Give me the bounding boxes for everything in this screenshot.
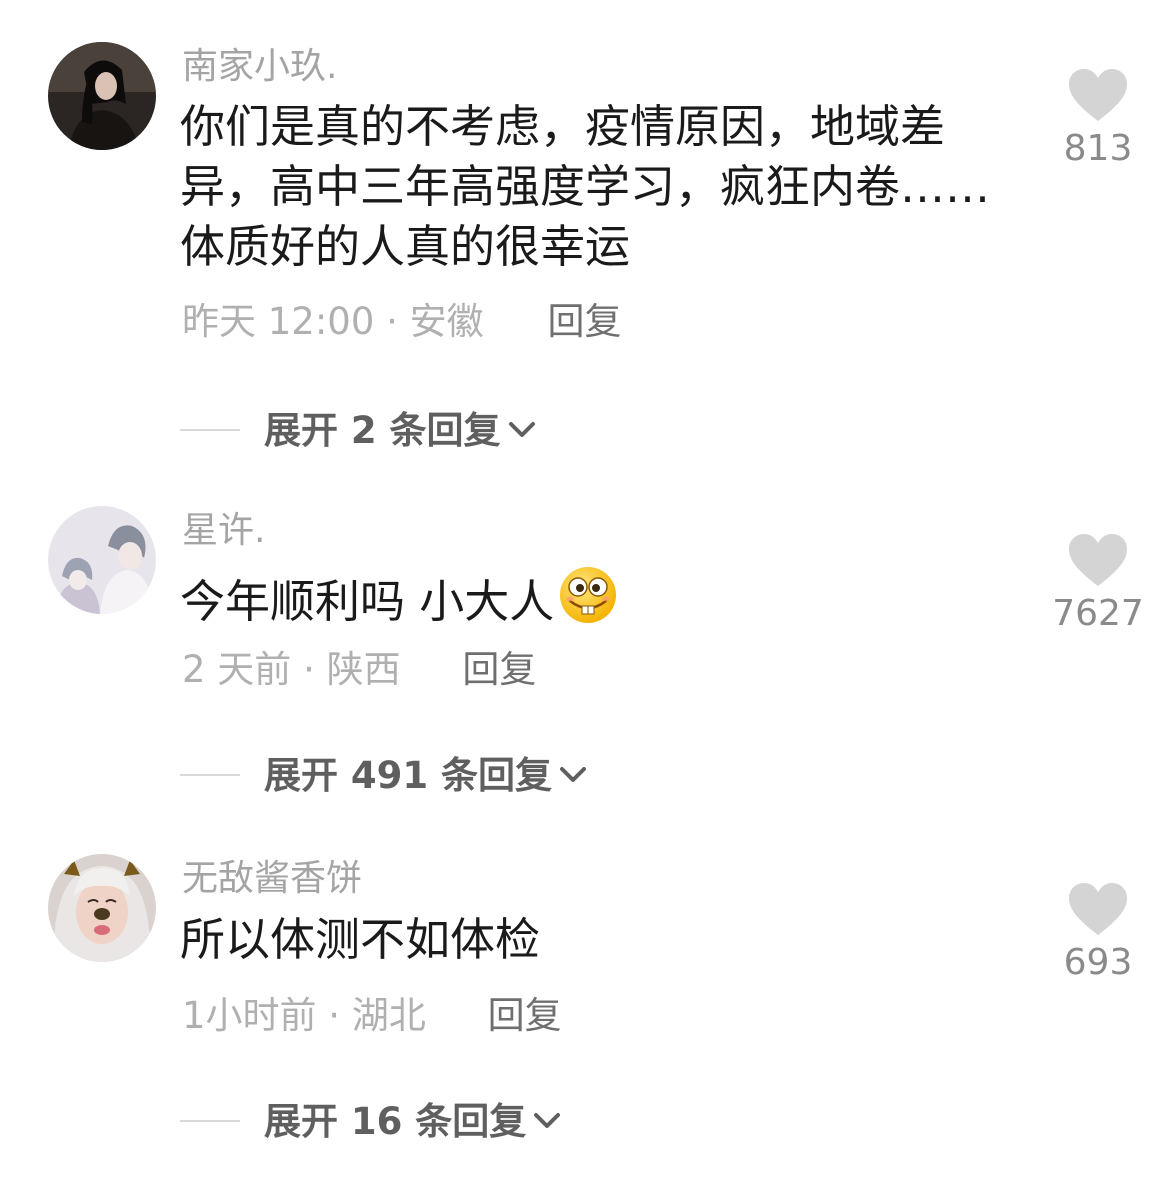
chevron-down-icon: [560, 767, 586, 782]
like-button[interactable]: 813: [1038, 67, 1158, 167]
expand-replies-row: 展开 491 条回复: [180, 755, 590, 795]
username[interactable]: 无敌酱香饼: [182, 861, 362, 897]
divider: [180, 1120, 240, 1122]
username[interactable]: 星许.: [182, 513, 265, 549]
username[interactable]: 南家小玖.: [182, 49, 337, 85]
reply-button[interactable]: 回复: [488, 994, 562, 1037]
expand-replies-button[interactable]: 展开 491 条回复: [264, 757, 590, 794]
reply-button[interactable]: 回复: [462, 648, 536, 691]
time-location: 1小时前 · 湖北: [182, 994, 426, 1037]
expand-replies-label: 展开 2 条回复: [264, 408, 501, 452]
expand-replies-label: 展开 491 条回复: [264, 753, 552, 797]
avatar[interactable]: [48, 506, 156, 614]
like-count: 7627: [1052, 593, 1144, 634]
avatar[interactable]: [48, 42, 156, 150]
like-count: 813: [1063, 128, 1133, 169]
like-count: 693: [1063, 942, 1133, 983]
expand-replies-label: 展开 16 条回复: [264, 1099, 527, 1143]
comment-meta: 1小时前 · 湖北 回复: [182, 997, 562, 1034]
expand-replies-row: 展开 16 条回复: [180, 1101, 564, 1141]
comment-text: 今年顺利吗 小大人: [180, 565, 1000, 640]
reply-button[interactable]: 回复: [547, 300, 621, 343]
comment-text: 所以体测不如体检: [180, 910, 1000, 970]
like-button[interactable]: 7627: [1038, 532, 1158, 632]
comment-meta: 昨天 12:00 · 安徽 回复: [182, 303, 621, 340]
comment-meta: 2 天前 · 陕西 回复: [182, 651, 536, 688]
divider: [180, 774, 240, 776]
comment-text-line: 异，高中三年高强度学习，疯狂内卷……: [180, 160, 991, 213]
comment-item: 南家小玖. 你们是真的不考虑，疫情原因，地域差 异，高中三年高强度学习，疯狂内卷…: [0, 0, 1170, 470]
heart-icon: [1069, 883, 1127, 935]
time-location: 2 天前 · 陕西: [182, 648, 401, 691]
like-button[interactable]: 693: [1038, 881, 1158, 981]
comment-text-line: 你们是真的不考虑，疫情原因，地域差: [180, 100, 946, 153]
time-location: 昨天 12:00 · 安徽: [182, 300, 484, 343]
heart-icon: [1069, 69, 1127, 121]
heart-icon: [1069, 534, 1127, 586]
comment-text: 你们是真的不考虑，疫情原因，地域差 异，高中三年高强度学习，疯狂内卷…… 体质好…: [180, 97, 1000, 277]
chevron-down-icon: [508, 422, 535, 437]
comment-item: 无敌酱香饼 所以体测不如体检 1小时前 · 湖北 回复 展开 16 条回复 69…: [0, 830, 1170, 1186]
grinning-buck-teeth-emoji: [558, 565, 618, 640]
comment-text-line: 体质好的人真的很幸运: [180, 220, 631, 273]
expand-replies-row: 展开 2 条回复: [180, 410, 539, 450]
divider: [180, 429, 240, 431]
comment-text-line: 今年顺利吗 小大人: [180, 575, 555, 628]
expand-replies-button[interactable]: 展开 16 条回复: [264, 1103, 564, 1140]
expand-replies-button[interactable]: 展开 2 条回复: [264, 412, 539, 449]
avatar[interactable]: [48, 854, 156, 962]
comment-item: 星许. 今年顺利吗 小大人 2 天前 · 陕西 回复 展开 491 条回复 76…: [0, 470, 1170, 830]
chevron-down-icon: [534, 1113, 561, 1128]
comment-text-line: 所以体测不如体检: [180, 913, 541, 966]
